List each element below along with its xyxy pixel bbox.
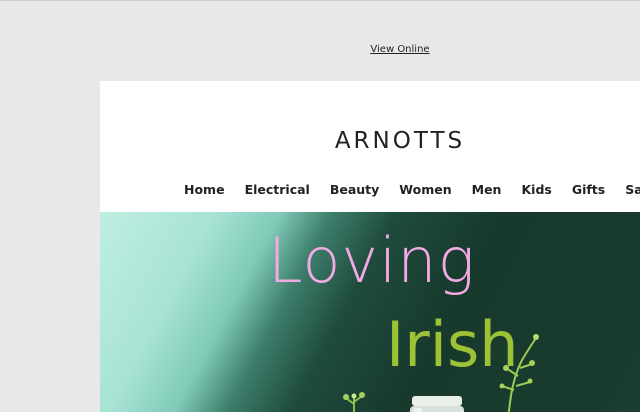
nav-item-kids[interactable]: Kids [521, 182, 551, 198]
hero-banner[interactable]: Loving Irish [100, 212, 640, 412]
email-container: ARNOTTS Home Electrical Beauty Women Men… [100, 81, 640, 412]
nav-item-sale[interactable]: Sale [625, 182, 640, 198]
nav-item-beauty[interactable]: Beauty [330, 182, 379, 198]
hero-title-loving: Loving [268, 224, 476, 297]
nav-item-electrical[interactable]: Electrical [245, 182, 310, 198]
nav-item-home[interactable]: Home [184, 182, 225, 198]
view-online-link[interactable]: View Online [0, 44, 640, 55]
herb-sprig-right-icon [499, 334, 539, 412]
arnotts-logo[interactable]: ARNOTTS [100, 128, 640, 154]
nav-item-men[interactable]: Men [472, 182, 502, 198]
herb-sprig-left-icon [343, 392, 365, 412]
nav-item-women[interactable]: Women [399, 182, 451, 198]
main-navigation: Home Electrical Beauty Women Men Kids Gi… [184, 182, 640, 198]
product-jar-icon [410, 396, 464, 412]
top-divider [0, 0, 640, 1]
nav-item-gifts[interactable]: Gifts [572, 182, 605, 198]
